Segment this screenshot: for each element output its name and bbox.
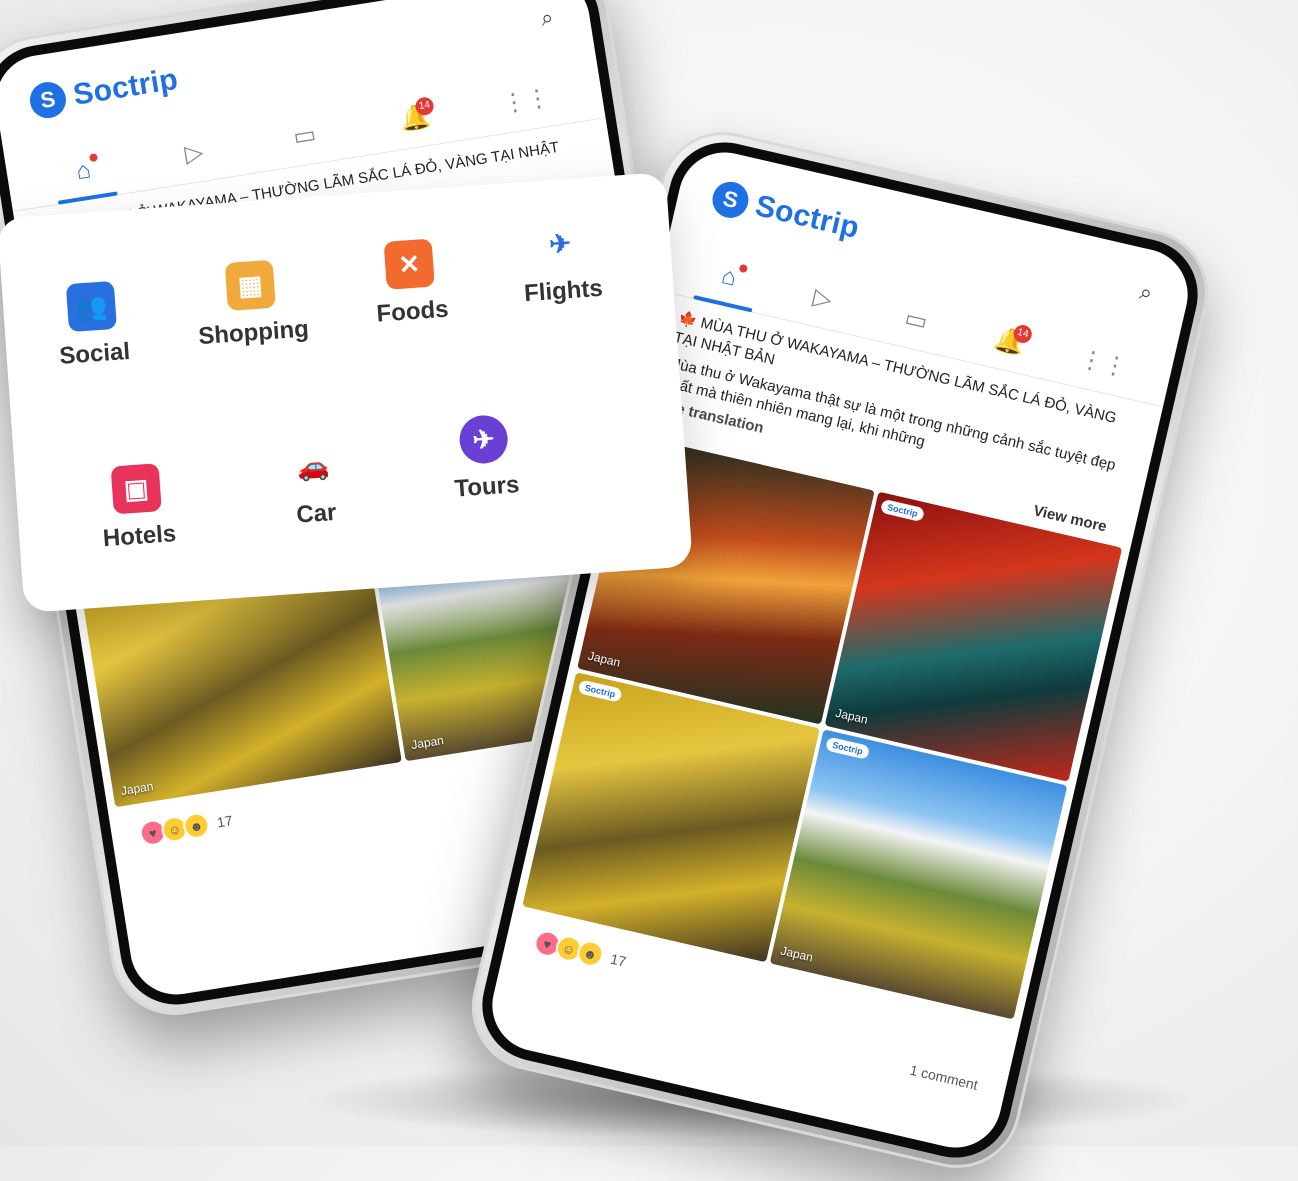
service-label: Car [295, 498, 338, 529]
shopping-icon: ▦ [224, 259, 276, 311]
photo-location: Japan [586, 648, 622, 670]
service-label: Hotels [101, 520, 178, 553]
photo-tag: Soctrip [825, 736, 871, 760]
service-flights[interactable]: ✈ Flights [489, 215, 635, 311]
grid-icon: ⋮⋮ [1076, 344, 1130, 382]
service-label: Flights [523, 274, 604, 308]
service-label: Tours [453, 471, 521, 503]
car-icon: 🚗 [287, 440, 339, 493]
brand-name: Soctrip [752, 189, 863, 245]
grid-icon: ⋮⋮ [500, 83, 552, 118]
photo-tag: Soctrip [577, 679, 623, 703]
photo-location: Japan [834, 705, 870, 727]
social-icon: 👥 [65, 280, 117, 333]
service-social[interactable]: 👥 Social [20, 278, 166, 374]
video-icon: ▷ [182, 138, 206, 169]
service-label: Shopping [197, 315, 310, 351]
photo-tile[interactable]: Soctrip [522, 672, 820, 963]
reaction-count: 17 [215, 812, 234, 831]
tab-home[interactable]: ⌂ [50, 143, 117, 204]
tab-video[interactable]: ▷ [161, 125, 228, 186]
service-label: Foods [375, 295, 450, 328]
brand-name: Soctrip [70, 62, 181, 112]
tab-calendar[interactable]: ▭ [271, 108, 338, 169]
reaction-count: 17 [608, 950, 628, 970]
photo-location: Japan [410, 733, 445, 753]
service-car[interactable]: 🚗 Car [242, 438, 388, 534]
video-icon: ▷ [810, 283, 835, 314]
tours-icon: ✈ [457, 413, 510, 466]
tab-apps[interactable]: ⋮⋮ [493, 73, 560, 134]
home-icon: ⌂ [718, 262, 740, 292]
tab-notifications[interactable]: 🔔 14 [382, 90, 449, 151]
foods-icon: ✕ [383, 238, 435, 290]
service-label: Social [58, 337, 131, 370]
calendar-icon: ▭ [902, 304, 931, 336]
service-foods[interactable]: ✕ Foods [338, 235, 484, 331]
service-hotels[interactable]: ▣ Hotels [65, 460, 211, 556]
service-shopping[interactable]: ▦ Shopping [179, 257, 325, 353]
photo-tile[interactable]: Soctrip Japan [824, 491, 1123, 782]
plane-icon: ✈ [534, 218, 586, 270]
wow-reaction-icon: ☻ [181, 810, 212, 841]
photo-tile[interactable]: Soctrip Japan [769, 729, 1068, 1020]
photo-location: Japan [779, 943, 815, 965]
reactions[interactable]: ♥ ☺ ☻ 17 [137, 807, 234, 848]
calendar-icon: ▭ [291, 120, 319, 151]
soctrip-logo-icon: S [27, 79, 69, 121]
comment-count[interactable]: 1 comment [908, 1062, 979, 1093]
services-menu: 👥 Social ▦ Shopping ✕ Foods ✈ Flights ▣ … [0, 172, 693, 613]
service-tours[interactable]: ✈ Tours [412, 411, 558, 507]
photo-location: Japan [119, 779, 155, 799]
home-dot [88, 153, 99, 163]
home-dot [738, 263, 749, 274]
hotel-icon: ▣ [110, 463, 162, 515]
photo-tag: Soctrip [879, 498, 926, 523]
soctrip-logo-icon: S [708, 178, 753, 222]
